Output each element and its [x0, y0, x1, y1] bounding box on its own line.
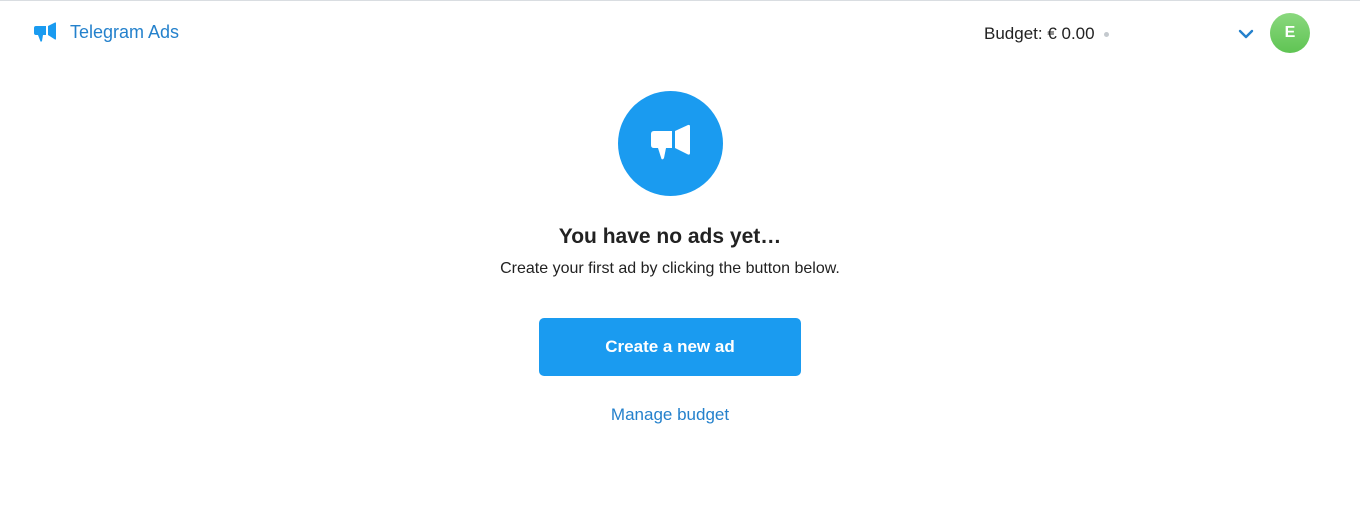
- manage-budget-link[interactable]: Manage budget: [0, 405, 1340, 425]
- empty-state-icon-circle: [618, 91, 723, 196]
- budget-status-dot: [1103, 31, 1109, 37]
- budget-indicator: Budget: € 0.00: [984, 24, 1109, 44]
- brand-logo-link[interactable]: Telegram Ads: [32, 21, 179, 43]
- avatar[interactable]: E: [1270, 13, 1310, 53]
- header: Telegram Ads Budget: € 0.00 E: [0, 1, 1360, 61]
- empty-state-title: You have no ads yet…: [558, 225, 782, 248]
- megaphone-icon: [34, 22, 56, 42]
- megaphone-icon: [650, 124, 690, 159]
- budget-label: Budget: € 0.00: [984, 24, 1095, 43]
- brand-name: Telegram Ads: [70, 22, 180, 42]
- empty-state-subtitle: Create your first ad by clicking the but…: [500, 260, 840, 277]
- chevron-down-icon[interactable]: [1238, 28, 1254, 40]
- avatar-initial: E: [1284, 24, 1296, 41]
- create-new-ad-button[interactable]: Create a new ad: [539, 318, 801, 376]
